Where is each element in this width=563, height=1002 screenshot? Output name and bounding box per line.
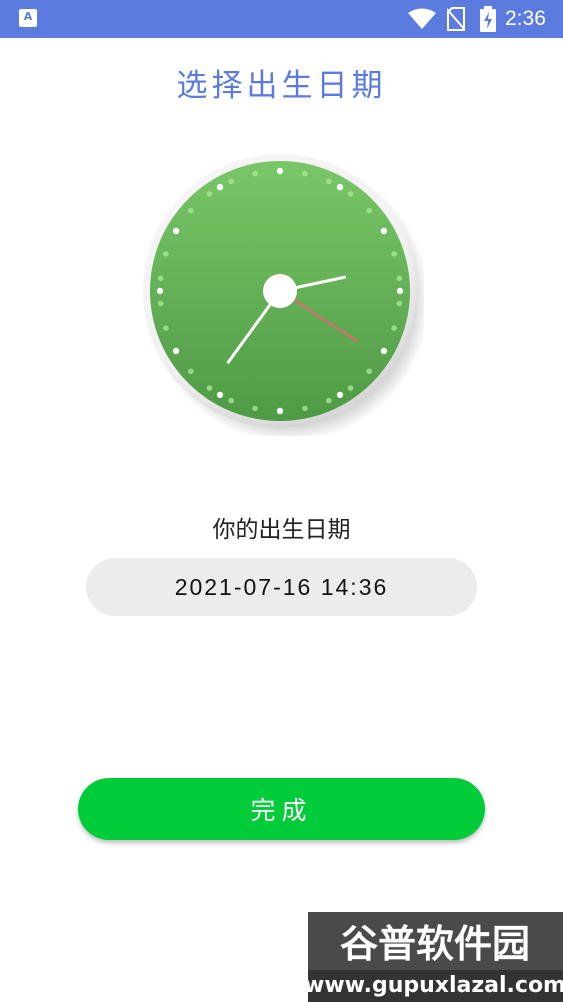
- clock-hour-marker: [276, 167, 284, 175]
- clock-minute-marker: [302, 170, 308, 177]
- clock-minute-marker: [326, 397, 332, 404]
- clock-minute-marker: [396, 275, 403, 282]
- clock-minute-marker: [391, 325, 397, 331]
- watermark-logo: 谷普软件园 www.gupuxlazal.com: [308, 912, 563, 1002]
- clock-minute-marker: [347, 385, 354, 391]
- clock-hour-marker: [396, 287, 404, 295]
- clock-illustration: [140, 150, 424, 436]
- clock-minute-marker: [396, 300, 403, 307]
- clock-hour-marker: [380, 227, 388, 235]
- clock-minute-marker: [326, 178, 332, 185]
- clock-minute-marker: [366, 207, 372, 214]
- clock-minute-marker: [188, 207, 194, 214]
- clock-minute-marker: [366, 368, 372, 375]
- clock-minute-marker: [228, 397, 234, 404]
- birth-date-picker[interactable]: 2021-07-16 14:36: [86, 558, 477, 616]
- battery-charging-icon: [480, 6, 496, 32]
- wifi-icon: [408, 8, 436, 29]
- clock-minute-marker: [302, 405, 308, 412]
- clock-center-hub: [263, 274, 297, 308]
- clock-hour-marker: [172, 347, 180, 355]
- birth-date-label: 你的出生日期: [212, 517, 351, 543]
- no-sim-icon: [447, 7, 465, 31]
- clock-hour-marker: [276, 407, 284, 415]
- clock-hour-marker: [336, 183, 344, 191]
- analog-clock-icon: [143, 154, 424, 436]
- screen: A 2:36 选择出生日期 你的出生日期 2021-07-16 14:36 完成…: [0, 0, 563, 1002]
- clock-minute-marker: [157, 275, 164, 282]
- clock-minute-marker: [252, 170, 258, 177]
- clock-minute-marker: [188, 368, 194, 375]
- clock-minute-marker: [252, 405, 258, 412]
- clock-minute-marker: [391, 251, 397, 257]
- done-button[interactable]: 完成: [78, 778, 485, 840]
- clock-hour-marker: [336, 391, 344, 399]
- clock-minute-marker: [206, 385, 213, 391]
- clock-hour-marker: [380, 347, 388, 355]
- watermark-brand: 谷普软件园: [340, 922, 530, 966]
- app-notification-icon: A: [19, 9, 37, 27]
- clock-minute-marker: [347, 191, 354, 197]
- clock-hour-marker: [216, 391, 224, 399]
- birth-date-value: 2021-07-16 14:36: [174, 573, 389, 600]
- clock-minute-marker: [163, 325, 169, 331]
- watermark-url: www.gupuxlazal.com: [308, 973, 563, 998]
- clock-minute-marker: [206, 191, 213, 197]
- clock-minute-marker: [228, 178, 234, 185]
- clock-hour-marker: [172, 227, 180, 235]
- clock-minute-marker: [157, 300, 164, 307]
- done-button-label: 完成: [250, 796, 313, 825]
- clock-hour-marker: [156, 287, 164, 295]
- app-notification-letter: A: [23, 10, 33, 23]
- status-bar: A 2:36: [0, 0, 563, 38]
- status-time: 2:36: [505, 7, 546, 30]
- clock-minute-marker: [163, 251, 169, 257]
- page-title: 选择出生日期: [176, 68, 387, 104]
- clock-hour-marker: [216, 183, 224, 191]
